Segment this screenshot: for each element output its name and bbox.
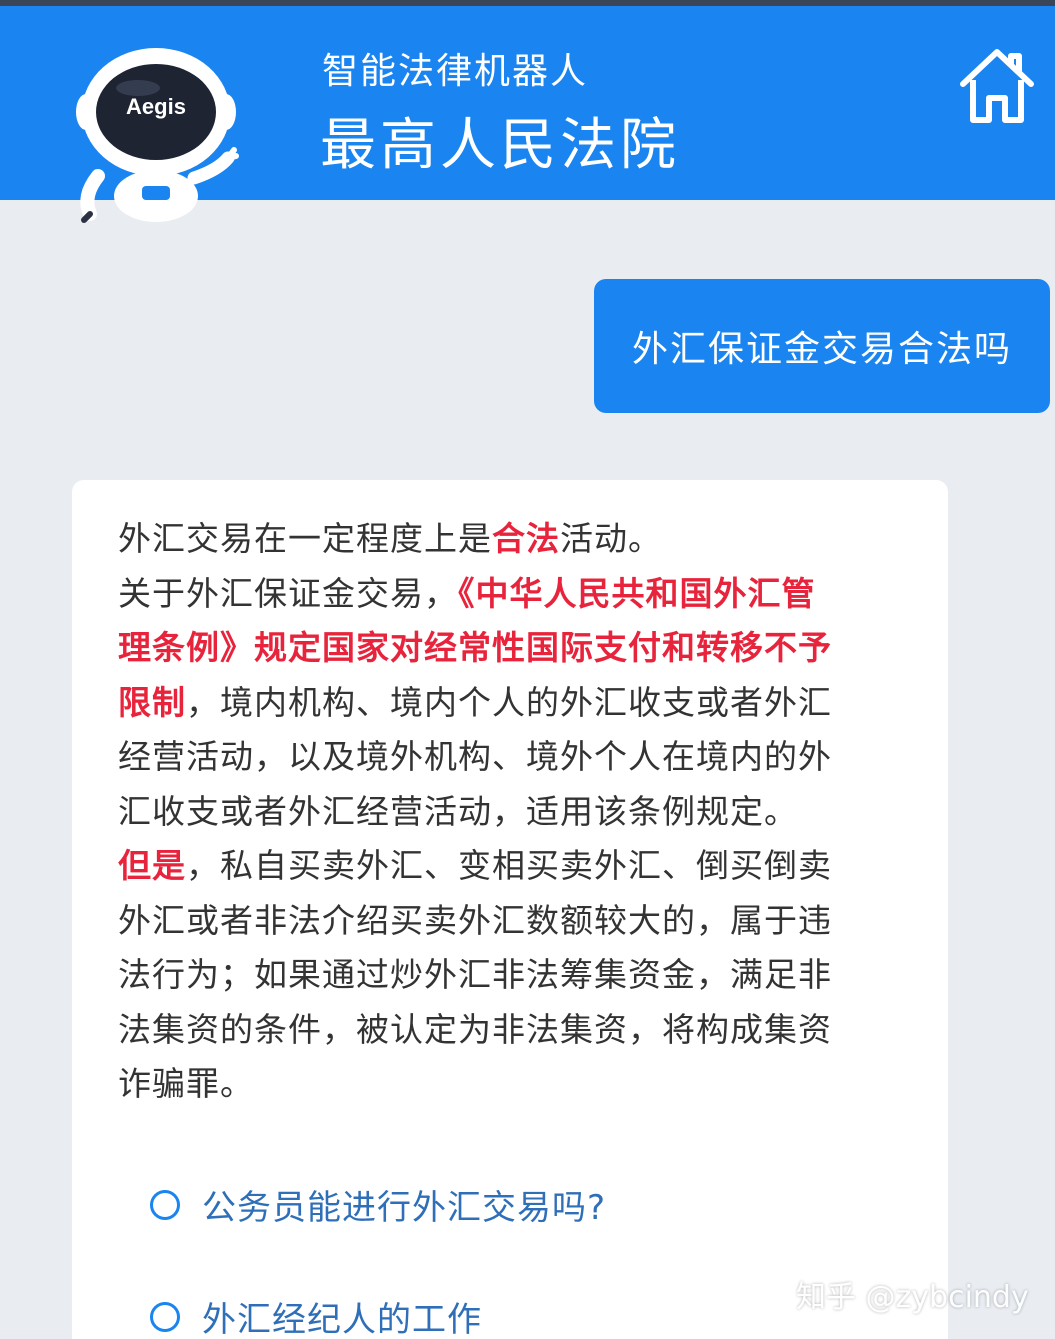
- answer-text-segment: ，私自买卖外汇、变相买卖外汇、倒买倒卖: [186, 846, 832, 885]
- answer-text-segment: 活动。: [560, 519, 662, 558]
- highlighted-text: 《中华人民共和国外汇管: [458, 573, 816, 613]
- answer-line: 外汇交易在一定程度上是合法活动。: [118, 512, 918, 567]
- app-header: Aegis 智能法律机器人 最高人民法院: [0, 6, 1055, 223]
- answer-text-segment: 诈骗罪。: [118, 1064, 254, 1103]
- robot-badge-text: Aegis: [126, 94, 186, 119]
- bot-answer-card: 外汇交易在一定程度上是合法活动。 关于外汇保证金交易，《中华人民共和国外汇管 理条例…: [72, 480, 948, 1339]
- user-message-text: 外汇保证金交易合法吗: [631, 329, 1012, 370]
- answer-line: 诈骗罪。: [118, 1057, 918, 1112]
- watermark: 知乎 @zybcindy: [796, 1280, 1029, 1315]
- page: Aegis 智能法律机器人 最高人民法院 外汇保证金交易合法吗 外汇交易在一定程…: [0, 0, 1055, 1339]
- home-icon[interactable]: [955, 44, 1039, 128]
- user-message-bubble: 外汇保证金交易合法吗: [594, 279, 1050, 413]
- highlighted-text: 限制: [118, 682, 186, 722]
- answer-line: 法行为；如果通过炒外汇非法筹集资金，满足非: [118, 948, 918, 1003]
- highlighted-text: 理条例》规定国家对经常性国际支付和转移不予: [118, 628, 832, 667]
- highlighted-text: 但是: [118, 846, 186, 885]
- suggestion-item[interactable]: 外汇经纪人的工作: [150, 1292, 482, 1339]
- answer-text-segment: 法集资的条件，被认定为非法集资，将构成集资: [118, 1009, 832, 1049]
- bot-answer-text: 外汇交易在一定程度上是合法活动。 关于外汇保证金交易，《中华人民共和国外汇管 理条例…: [118, 512, 918, 1112]
- answer-line: 经营活动，以及境外机构、境外个人在境内的外: [118, 730, 918, 785]
- answer-line: 外汇或者非法介绍买卖外汇数额较大的，属于违: [118, 894, 918, 949]
- answer-text-segment: 外汇或者非法介绍买卖外汇数额较大的，属于违: [118, 900, 832, 940]
- suggestion-item[interactable]: 公务员能进行外汇交易吗?: [150, 1180, 606, 1229]
- answer-text-segment: 汇收支或者外汇经营活动，适用该条例规定。: [118, 791, 798, 831]
- highlighted-text: 合法: [492, 519, 560, 558]
- answer-line: 法集资的条件，被认定为非法集资，将构成集资: [118, 1003, 918, 1058]
- page-title: 最高人民法院: [320, 113, 680, 178]
- suggestion-label: 外汇经纪人的工作: [202, 1300, 482, 1339]
- answer-text-segment: 关于外汇保证金交易，: [118, 573, 458, 613]
- answer-text-segment: 经营活动，以及境外机构、境外个人在境内的外: [118, 737, 832, 776]
- answer-text-segment: 外汇交易在一定程度上是: [118, 519, 492, 558]
- robot-mascot-icon: [76, 48, 239, 223]
- answer-line: 理条例》规定国家对经常性国际支付和转移不予: [118, 621, 918, 676]
- answer-text-segment: ，境内机构、境内个人的外汇收支或者外汇: [186, 682, 832, 722]
- answer-line: 但是，私自买卖外汇、变相买卖外汇、倒买倒卖: [118, 839, 918, 894]
- answer-text-segment: 法行为；如果通过炒外汇非法筹集资金，满足非: [118, 955, 832, 994]
- suggestion-label: 公务员能进行外汇交易吗?: [202, 1188, 607, 1228]
- answer-line: 限制，境内机构、境内个人的外汇收支或者外汇: [118, 676, 918, 731]
- header-subtitle: 智能法律机器人: [322, 51, 589, 92]
- radio-circle-icon: [150, 1189, 180, 1220]
- radio-circle-icon: [150, 1301, 180, 1332]
- answer-line: 关于外汇保证金交易，《中华人民共和国外汇管: [118, 567, 918, 622]
- answer-line: 汇收支或者外汇经营活动，适用该条例规定。: [118, 785, 918, 840]
